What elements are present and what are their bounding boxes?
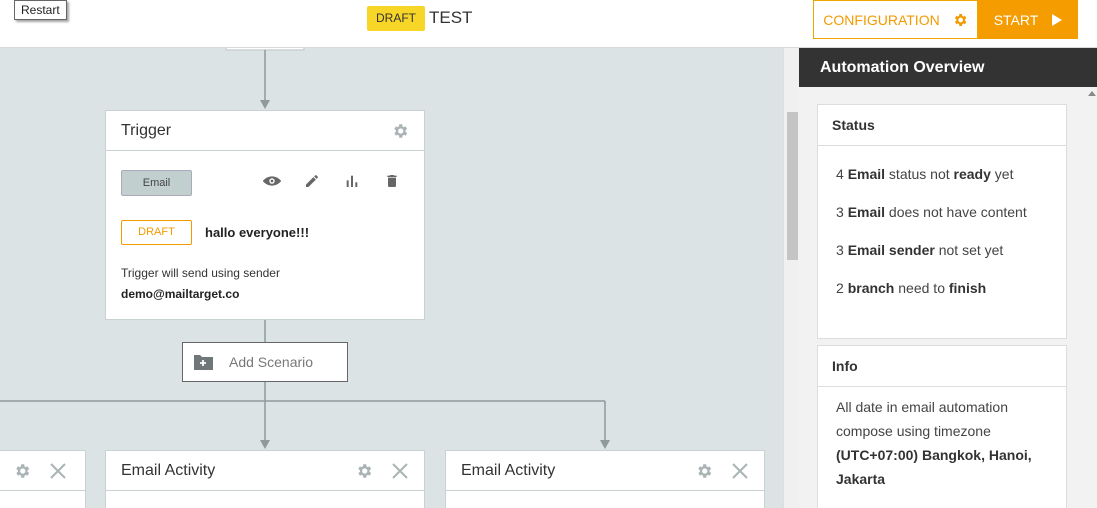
trash-icon[interactable] <box>381 173 403 189</box>
automation-overview-panel: Automation Overview Status 4 Email statu… <box>799 48 1097 508</box>
timezone-info: All date in email automation compose usi… <box>836 399 1032 487</box>
start-label: START <box>993 11 1039 28</box>
panel-title: Automation Overview <box>799 48 1097 87</box>
activity-card-partial[interactable] <box>0 450 86 508</box>
status-badge: DRAFT <box>367 6 425 31</box>
activity-title: Email Activity <box>461 461 556 479</box>
panel-scrollbar[interactable] <box>1086 87 1097 508</box>
start-button[interactable]: START <box>978 0 1078 39</box>
trigger-title: Trigger <box>121 121 172 139</box>
add-scenario-label: Add Scenario <box>229 354 314 370</box>
gear-icon[interactable] <box>391 122 409 140</box>
activity-title: Email Activity <box>121 461 216 479</box>
close-icon[interactable] <box>391 462 409 480</box>
configuration-label: CONFIGURATION <box>823 11 940 28</box>
play-icon <box>1052 13 1063 26</box>
top-bar: DRAFT TEST CONFIGURATION START <box>0 0 1097 48</box>
sender-note: Trigger will send using sender <box>121 266 280 280</box>
add-folder-icon <box>193 354 213 370</box>
flow-canvas[interactable]: Trigger Email DRAFT hallo everyone!!! Tr… <box>0 48 783 508</box>
scroll-up-arrow-icon[interactable] <box>1088 91 1096 96</box>
status-item: 2 branch need to finish <box>836 280 987 296</box>
email-status-badge: DRAFT <box>121 220 192 245</box>
gear-icon[interactable] <box>13 462 31 480</box>
email-activity-card[interactable]: Email Activity <box>105 450 425 508</box>
restart-tooltip: Restart <box>14 0 67 20</box>
gear-icon <box>952 12 968 28</box>
gear-icon[interactable] <box>355 462 373 480</box>
bar-chart-icon[interactable] <box>341 173 363 189</box>
trigger-card[interactable]: Trigger Email DRAFT hallo everyone!!! Tr… <box>105 110 425 320</box>
status-item: 4 Email status not ready yet <box>836 166 1014 182</box>
close-icon[interactable] <box>49 462 67 480</box>
eye-icon[interactable] <box>261 173 283 189</box>
gear-icon[interactable] <box>695 462 713 480</box>
status-card-title: Status <box>818 105 1066 146</box>
canvas-scrollbar[interactable] <box>783 48 799 508</box>
status-card: Status 4 Email status not ready yet 3 Em… <box>817 104 1067 339</box>
pencil-icon[interactable] <box>301 173 323 189</box>
add-scenario-button[interactable]: Add Scenario <box>182 342 348 382</box>
automation-title[interactable]: TEST <box>429 8 472 28</box>
status-item: 3 Email does not have content <box>836 204 1027 220</box>
timezone-value: (UTC+07:00) Bangkok, Hanoi, Jakarta <box>836 447 1032 487</box>
status-item: 3 Email sender not set yet <box>836 242 1004 258</box>
close-icon[interactable] <box>731 462 749 480</box>
canvas-scrollbar-thumb[interactable] <box>787 112 798 260</box>
email-activity-card[interactable]: Email Activity <box>445 450 765 508</box>
email-subject: hallo everyone!!! <box>205 225 310 240</box>
email-channel-chip[interactable]: Email <box>121 170 192 196</box>
trigger-card-header: Trigger <box>106 111 424 151</box>
sender-email: demo@mailtarget.co <box>121 287 240 301</box>
info-card: Info All date in email automation compos… <box>817 345 1067 508</box>
configuration-button[interactable]: CONFIGURATION <box>813 0 978 39</box>
info-card-title: Info <box>818 346 1066 387</box>
